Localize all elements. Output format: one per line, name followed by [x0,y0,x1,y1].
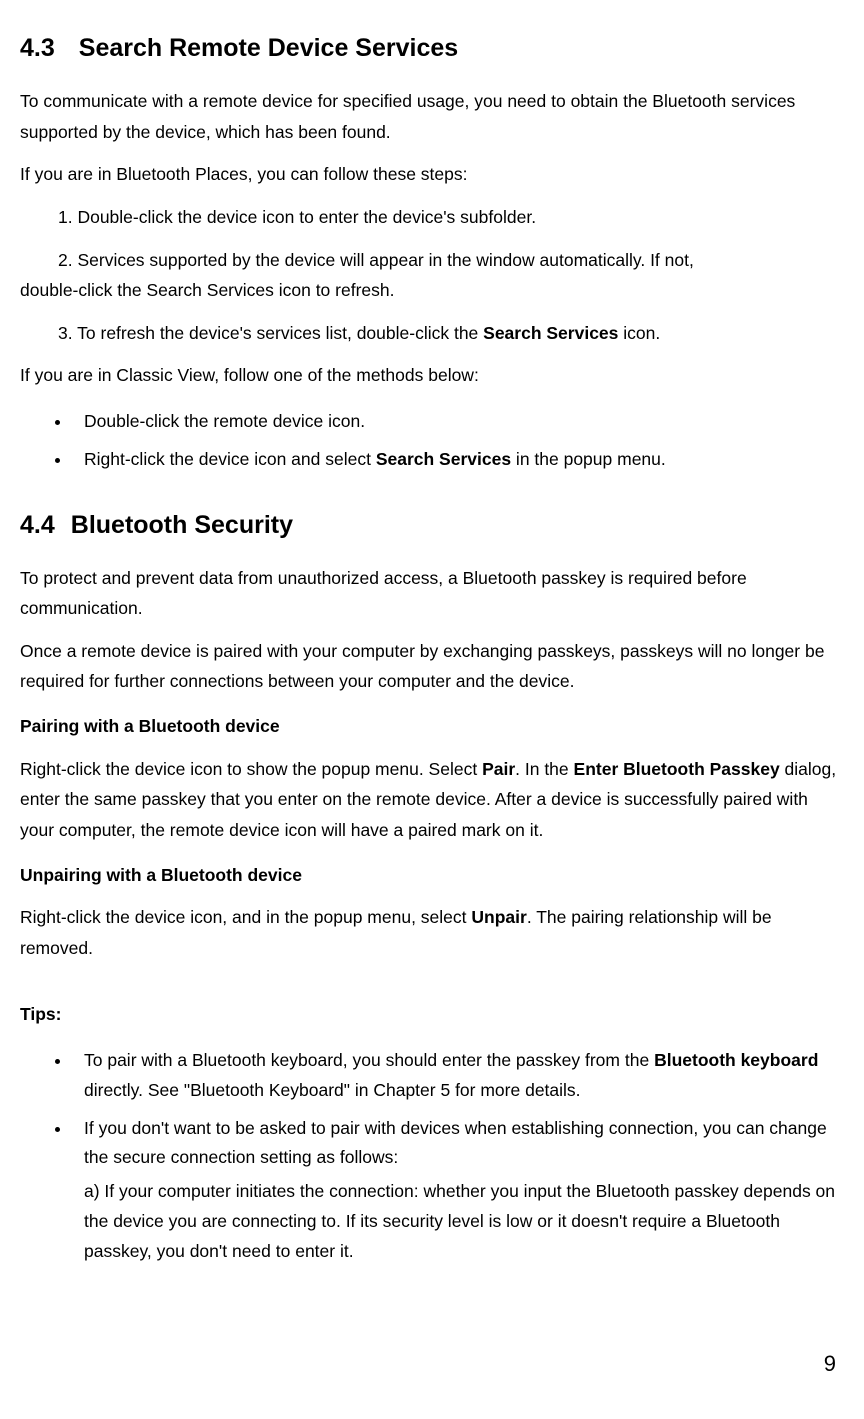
list-text: in the popup menu. [511,449,666,469]
paragraph: If you are in Bluetooth Places, you can … [20,159,844,190]
section-title: Search Remote Device Services [79,34,458,62]
step-text: 2. Services supported by the device will… [20,245,844,276]
step-text: icon. [618,323,660,343]
paragraph: Once a remote device is paired with your… [20,636,844,697]
paragraph: Right-click the device icon, and in the … [20,902,844,963]
list-text: To pair with a Bluetooth keyboard, you s… [84,1050,654,1070]
section-4-4-heading: 4.4 Bluetooth Security [20,505,844,545]
text: . In the [515,759,573,779]
list-item: Right-click the device icon and select S… [72,445,844,475]
step-1: 1. Double-click the device icon to enter… [20,202,844,233]
bold-text: Bluetooth keyboard [654,1050,818,1070]
paragraph: To protect and prevent data from unautho… [20,563,844,624]
list-text: Right-click the device icon and select [84,449,376,469]
text: Right-click the device icon, and in the … [20,907,471,927]
bullet-list: Double-click the remote device icon. Rig… [20,407,844,475]
list-item: To pair with a Bluetooth keyboard, you s… [72,1046,844,1106]
section-number: 4.4 [20,505,55,545]
section-title: Bluetooth Security [71,511,293,539]
tips-heading: Tips: [20,999,844,1030]
section-number: 4.3 [20,28,55,68]
paragraph: If you are in Classic View, follow one o… [20,360,844,391]
list-item: Double-click the remote device icon. [72,407,844,437]
bold-text: Unpair [471,907,526,927]
list-item: If you don't want to be asked to pair wi… [72,1114,844,1267]
subheading-pairing: Pairing with a Bluetooth device [20,711,844,742]
paragraph: Right-click the device icon to show the … [20,754,844,846]
step-text: double-click the Search Services icon to… [20,280,394,300]
bold-text: Search Services [376,449,511,469]
section-4-3-heading: 4.3 Search Remote Device Services [20,28,844,68]
subheading-unpairing: Unpairing with a Bluetooth device [20,860,844,891]
bold-text: Enter Bluetooth Passkey [574,759,780,779]
bold-text: Pair [482,759,515,779]
page-number: 9 [20,1346,844,1381]
step-text: 3. To refresh the device's services list… [58,323,483,343]
paragraph: To communicate with a remote device for … [20,86,844,147]
step-2: 2. Services supported by the device will… [20,245,844,306]
list-text: If you don't want to be asked to pair wi… [84,1118,827,1168]
sub-item-a: a) If your computer initiates the connec… [84,1177,844,1266]
step-3: 3. To refresh the device's services list… [20,318,844,349]
bold-text: Search Services [483,323,618,343]
list-text: directly. See "Bluetooth Keyboard" in Ch… [84,1080,581,1100]
tips-list: To pair with a Bluetooth keyboard, you s… [20,1046,844,1266]
text: Right-click the device icon to show the … [20,759,482,779]
